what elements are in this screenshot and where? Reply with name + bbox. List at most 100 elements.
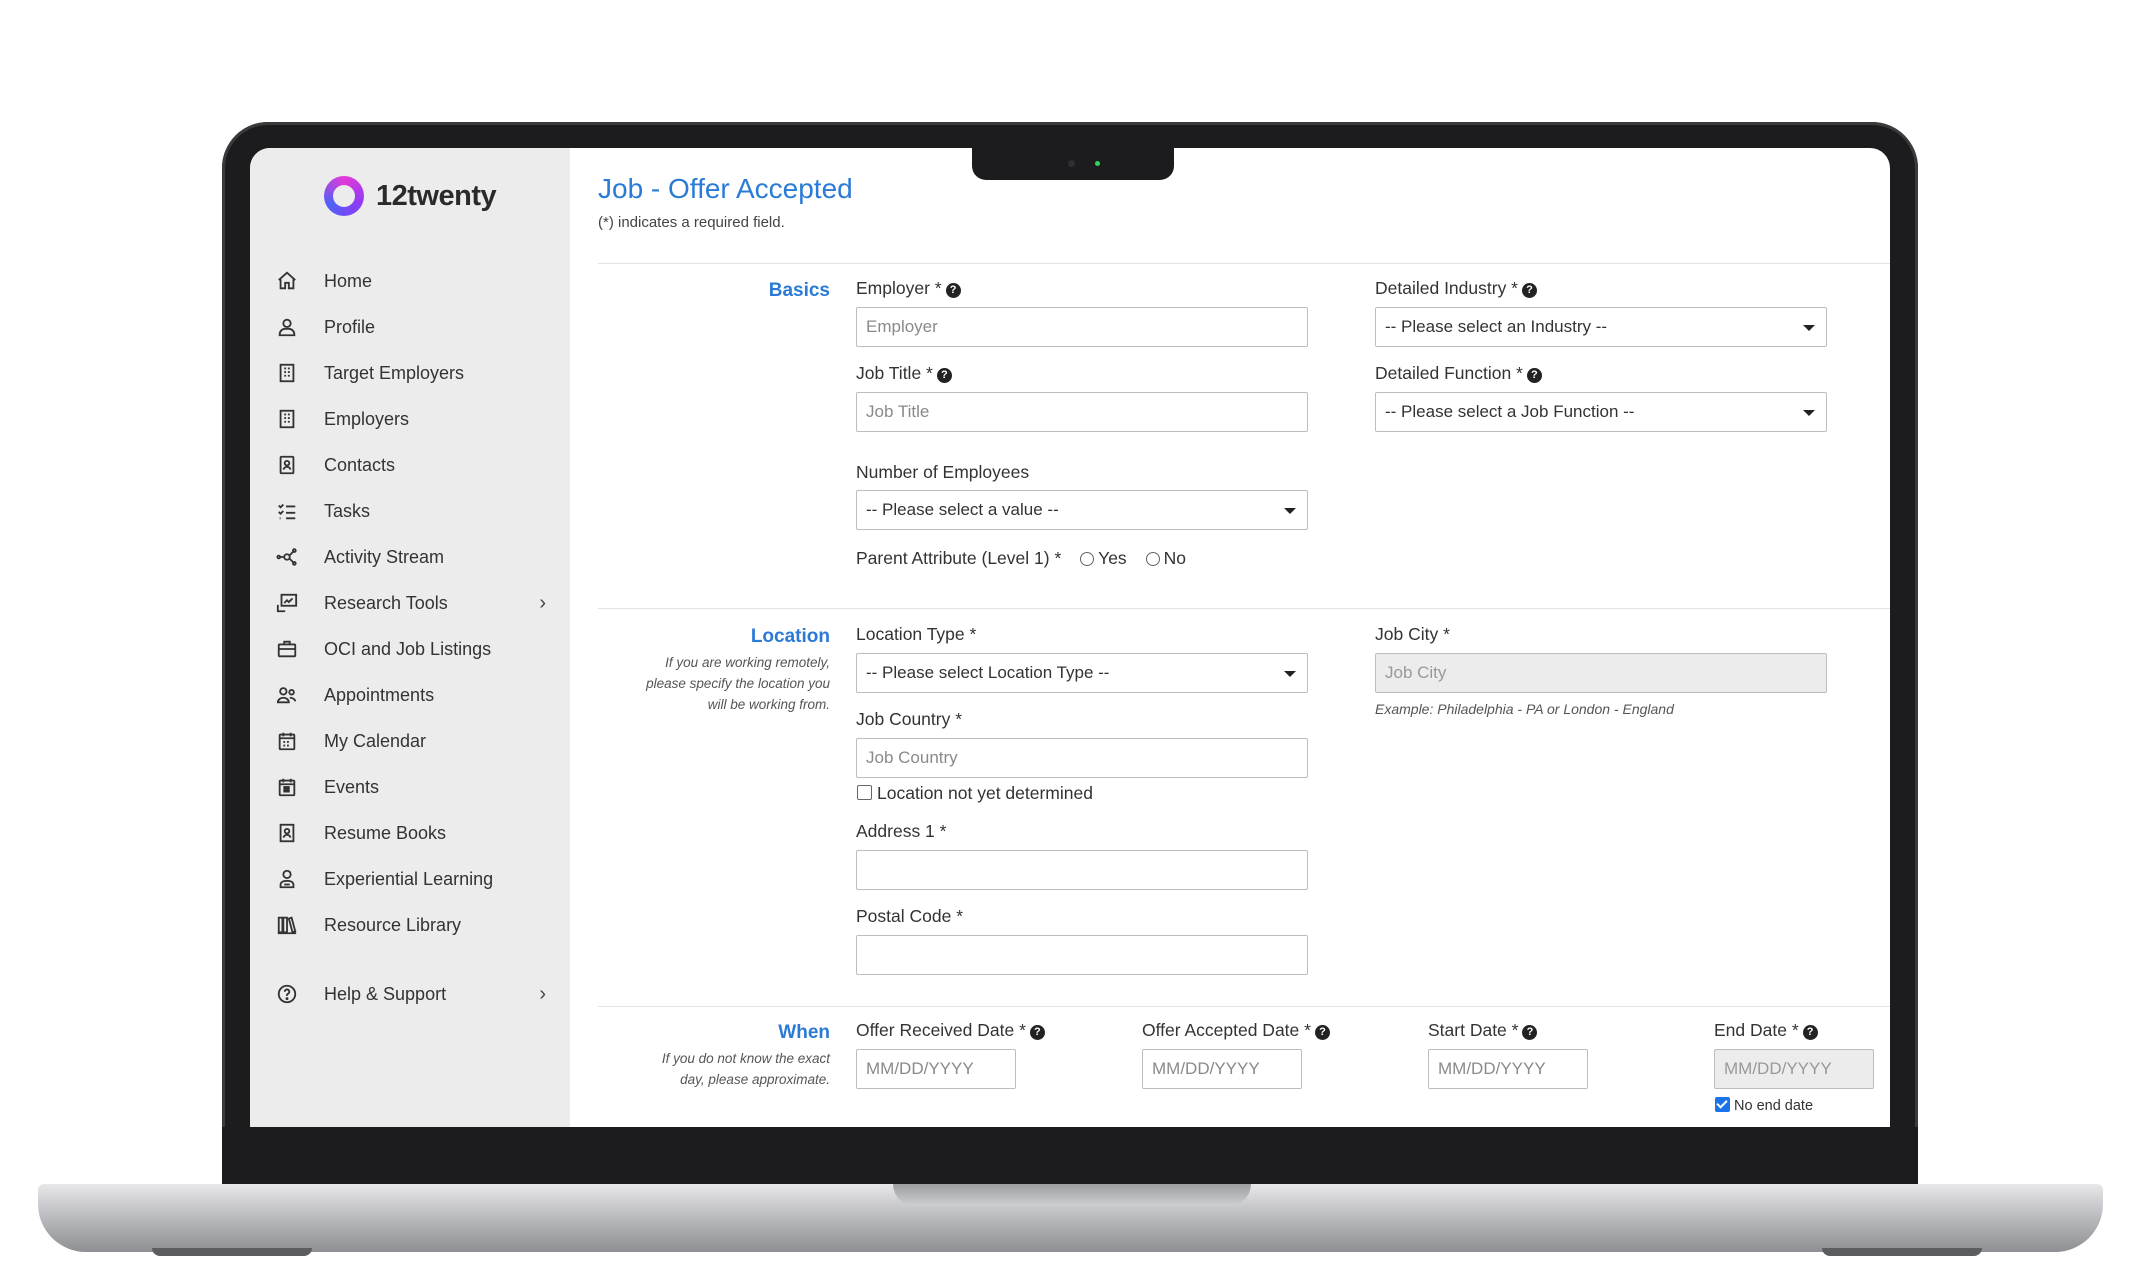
calendar-icon [272, 728, 302, 754]
job-title-input[interactable]: Job Title [856, 392, 1308, 432]
city-input[interactable]: Job City [1375, 653, 1827, 693]
task-list-icon [272, 498, 302, 524]
screen: 12twenty Home Profile Target Employers E… [250, 148, 1890, 1127]
offer-received-date-input[interactable]: MM/DD/YYYY [856, 1049, 1016, 1089]
sidebar-item-experiential-learning[interactable]: Experiential Learning [272, 856, 562, 902]
sidebar-item-help-support[interactable]: Help & Support › [272, 971, 562, 1017]
help-line: please specify the location you [646, 676, 830, 691]
employer-label: Employer *? [856, 278, 961, 299]
select-value: -- Please select Location Type -- [866, 663, 1110, 682]
help-icon[interactable]: ? [1522, 1025, 1538, 1040]
sidebar-item-activity-stream[interactable]: Activity Stream [272, 534, 562, 580]
app-logo[interactable]: 12twenty [324, 176, 497, 216]
chevron-right-icon: › [539, 592, 546, 614]
address-label: Address 1 * [856, 821, 947, 841]
sidebar-item-resume-books[interactable]: Resume Books [272, 810, 562, 856]
sidebar-item-events[interactable]: Events [272, 764, 562, 810]
caret-down-icon [1803, 325, 1815, 331]
sidebar-item-oci-job-listings[interactable]: OCI and Job Listings [272, 626, 562, 672]
sidebar: 12twenty Home Profile Target Employers E… [250, 148, 570, 1127]
sidebar-item-label: Help & Support [324, 983, 447, 1004]
sidebar-item-label: My Calendar [324, 730, 427, 751]
sidebar-item-label: Contacts [324, 454, 396, 475]
sidebar-item-employers[interactable]: Employers [272, 396, 562, 442]
when-help-text: If you do not know the exact day, please… [590, 1048, 830, 1090]
end-date-label: End Date *? [1714, 1020, 1818, 1041]
sidebar-item-research-tools[interactable]: Research Tools › [272, 580, 562, 626]
help-icon[interactable]: ? [1029, 1025, 1045, 1040]
required-note: (*) indicates a required field. [598, 214, 785, 231]
network-icon [272, 544, 302, 570]
camera-notch [972, 148, 1174, 180]
laptop-base-notch [893, 1184, 1251, 1206]
location-type-select[interactable]: -- Please select Location Type -- [856, 653, 1308, 693]
employer-input[interactable]: Employer [856, 307, 1308, 347]
help-icon[interactable]: ? [936, 368, 952, 383]
sidebar-item-label: Profile [324, 316, 376, 337]
book-user-icon [272, 820, 302, 846]
country-label: Job Country * [856, 709, 963, 729]
offer-received-label: Offer Received Date *? [856, 1020, 1045, 1041]
start-date-label: Start Date *? [1428, 1020, 1538, 1041]
offer-accepted-date-input[interactable]: MM/DD/YYYY [1142, 1049, 1302, 1089]
user-icon [272, 314, 302, 340]
camera-icon [1068, 160, 1075, 167]
postal-code-input[interactable] [856, 935, 1308, 975]
section-label-when: When [778, 1022, 830, 1043]
sidebar-item-my-calendar[interactable]: My Calendar [272, 718, 562, 764]
building-icon [272, 360, 302, 386]
laptop-bezel [222, 1127, 1918, 1184]
sidebar-item-label: Experiential Learning [324, 868, 494, 889]
industry-select[interactable]: -- Please select an Industry -- [1375, 307, 1827, 347]
job-title-label: Job Title *? [856, 363, 952, 384]
main-content: Job - Offer Accepted (*) indicates a req… [570, 148, 1890, 1127]
postal-code-label: Postal Code * [856, 906, 964, 926]
city-label: Job City * [1375, 624, 1450, 644]
sidebar-item-home[interactable]: Home [272, 258, 562, 304]
home-icon [272, 268, 302, 294]
num-employees-select[interactable]: -- Please select a value -- [856, 490, 1308, 530]
help-line: will be working from. [707, 697, 830, 712]
people-icon [272, 682, 302, 708]
radio-no[interactable] [1145, 552, 1160, 566]
briefcase-icon [272, 636, 302, 662]
logo-text: 12twenty [376, 179, 497, 212]
sidebar-item-contacts[interactable]: Contacts [272, 442, 562, 488]
radio-yes-label: Yes [1098, 548, 1127, 568]
sidebar-item-label: Appointments [324, 684, 435, 705]
sidebar-item-profile[interactable]: Profile [272, 304, 562, 350]
sidebar-item-target-employers[interactable]: Target Employers [272, 350, 562, 396]
help-nav: Help & Support › [272, 971, 562, 1017]
user-badge-icon [272, 866, 302, 892]
help-circle-icon [272, 981, 302, 1007]
address-input[interactable] [856, 850, 1308, 890]
chart-screen-icon [272, 590, 302, 616]
country-input[interactable]: Job Country [856, 738, 1308, 778]
laptop-foot [1822, 1248, 1982, 1256]
sidebar-item-label: Resume Books [324, 822, 447, 843]
parent-attribute-label: Parent Attribute (Level 1) * [856, 548, 1062, 568]
help-icon[interactable]: ? [1314, 1025, 1330, 1040]
help-icon[interactable]: ? [945, 283, 961, 298]
divider [598, 263, 1890, 264]
help-icon[interactable]: ? [1802, 1025, 1818, 1040]
sidebar-item-label: Tasks [324, 500, 371, 521]
sidebar-item-appointments[interactable]: Appointments [272, 672, 562, 718]
end-date-input[interactable]: MM/DD/YYYY [1714, 1049, 1874, 1089]
start-date-input[interactable]: MM/DD/YYYY [1428, 1049, 1588, 1089]
select-value: -- Please select a Job Function -- [1385, 402, 1635, 421]
radio-yes[interactable] [1080, 552, 1095, 566]
library-icon [272, 912, 302, 938]
help-icon[interactable]: ? [1526, 368, 1542, 383]
help-line: If you are working remotely, [665, 655, 830, 670]
sidebar-item-tasks[interactable]: Tasks [272, 488, 562, 534]
no-end-date-checkbox[interactable] [1715, 1097, 1730, 1112]
divider [598, 1006, 1890, 1007]
location-not-determined-checkbox[interactable] [857, 785, 872, 800]
building-icon [272, 406, 302, 432]
help-icon[interactable]: ? [1522, 283, 1537, 298]
radio-no-label: No [1163, 548, 1186, 568]
function-select[interactable]: -- Please select a Job Function -- [1375, 392, 1827, 432]
city-example: Example: Philadelphia - PA or London - E… [1375, 701, 1674, 717]
sidebar-item-resource-library[interactable]: Resource Library [272, 902, 562, 948]
